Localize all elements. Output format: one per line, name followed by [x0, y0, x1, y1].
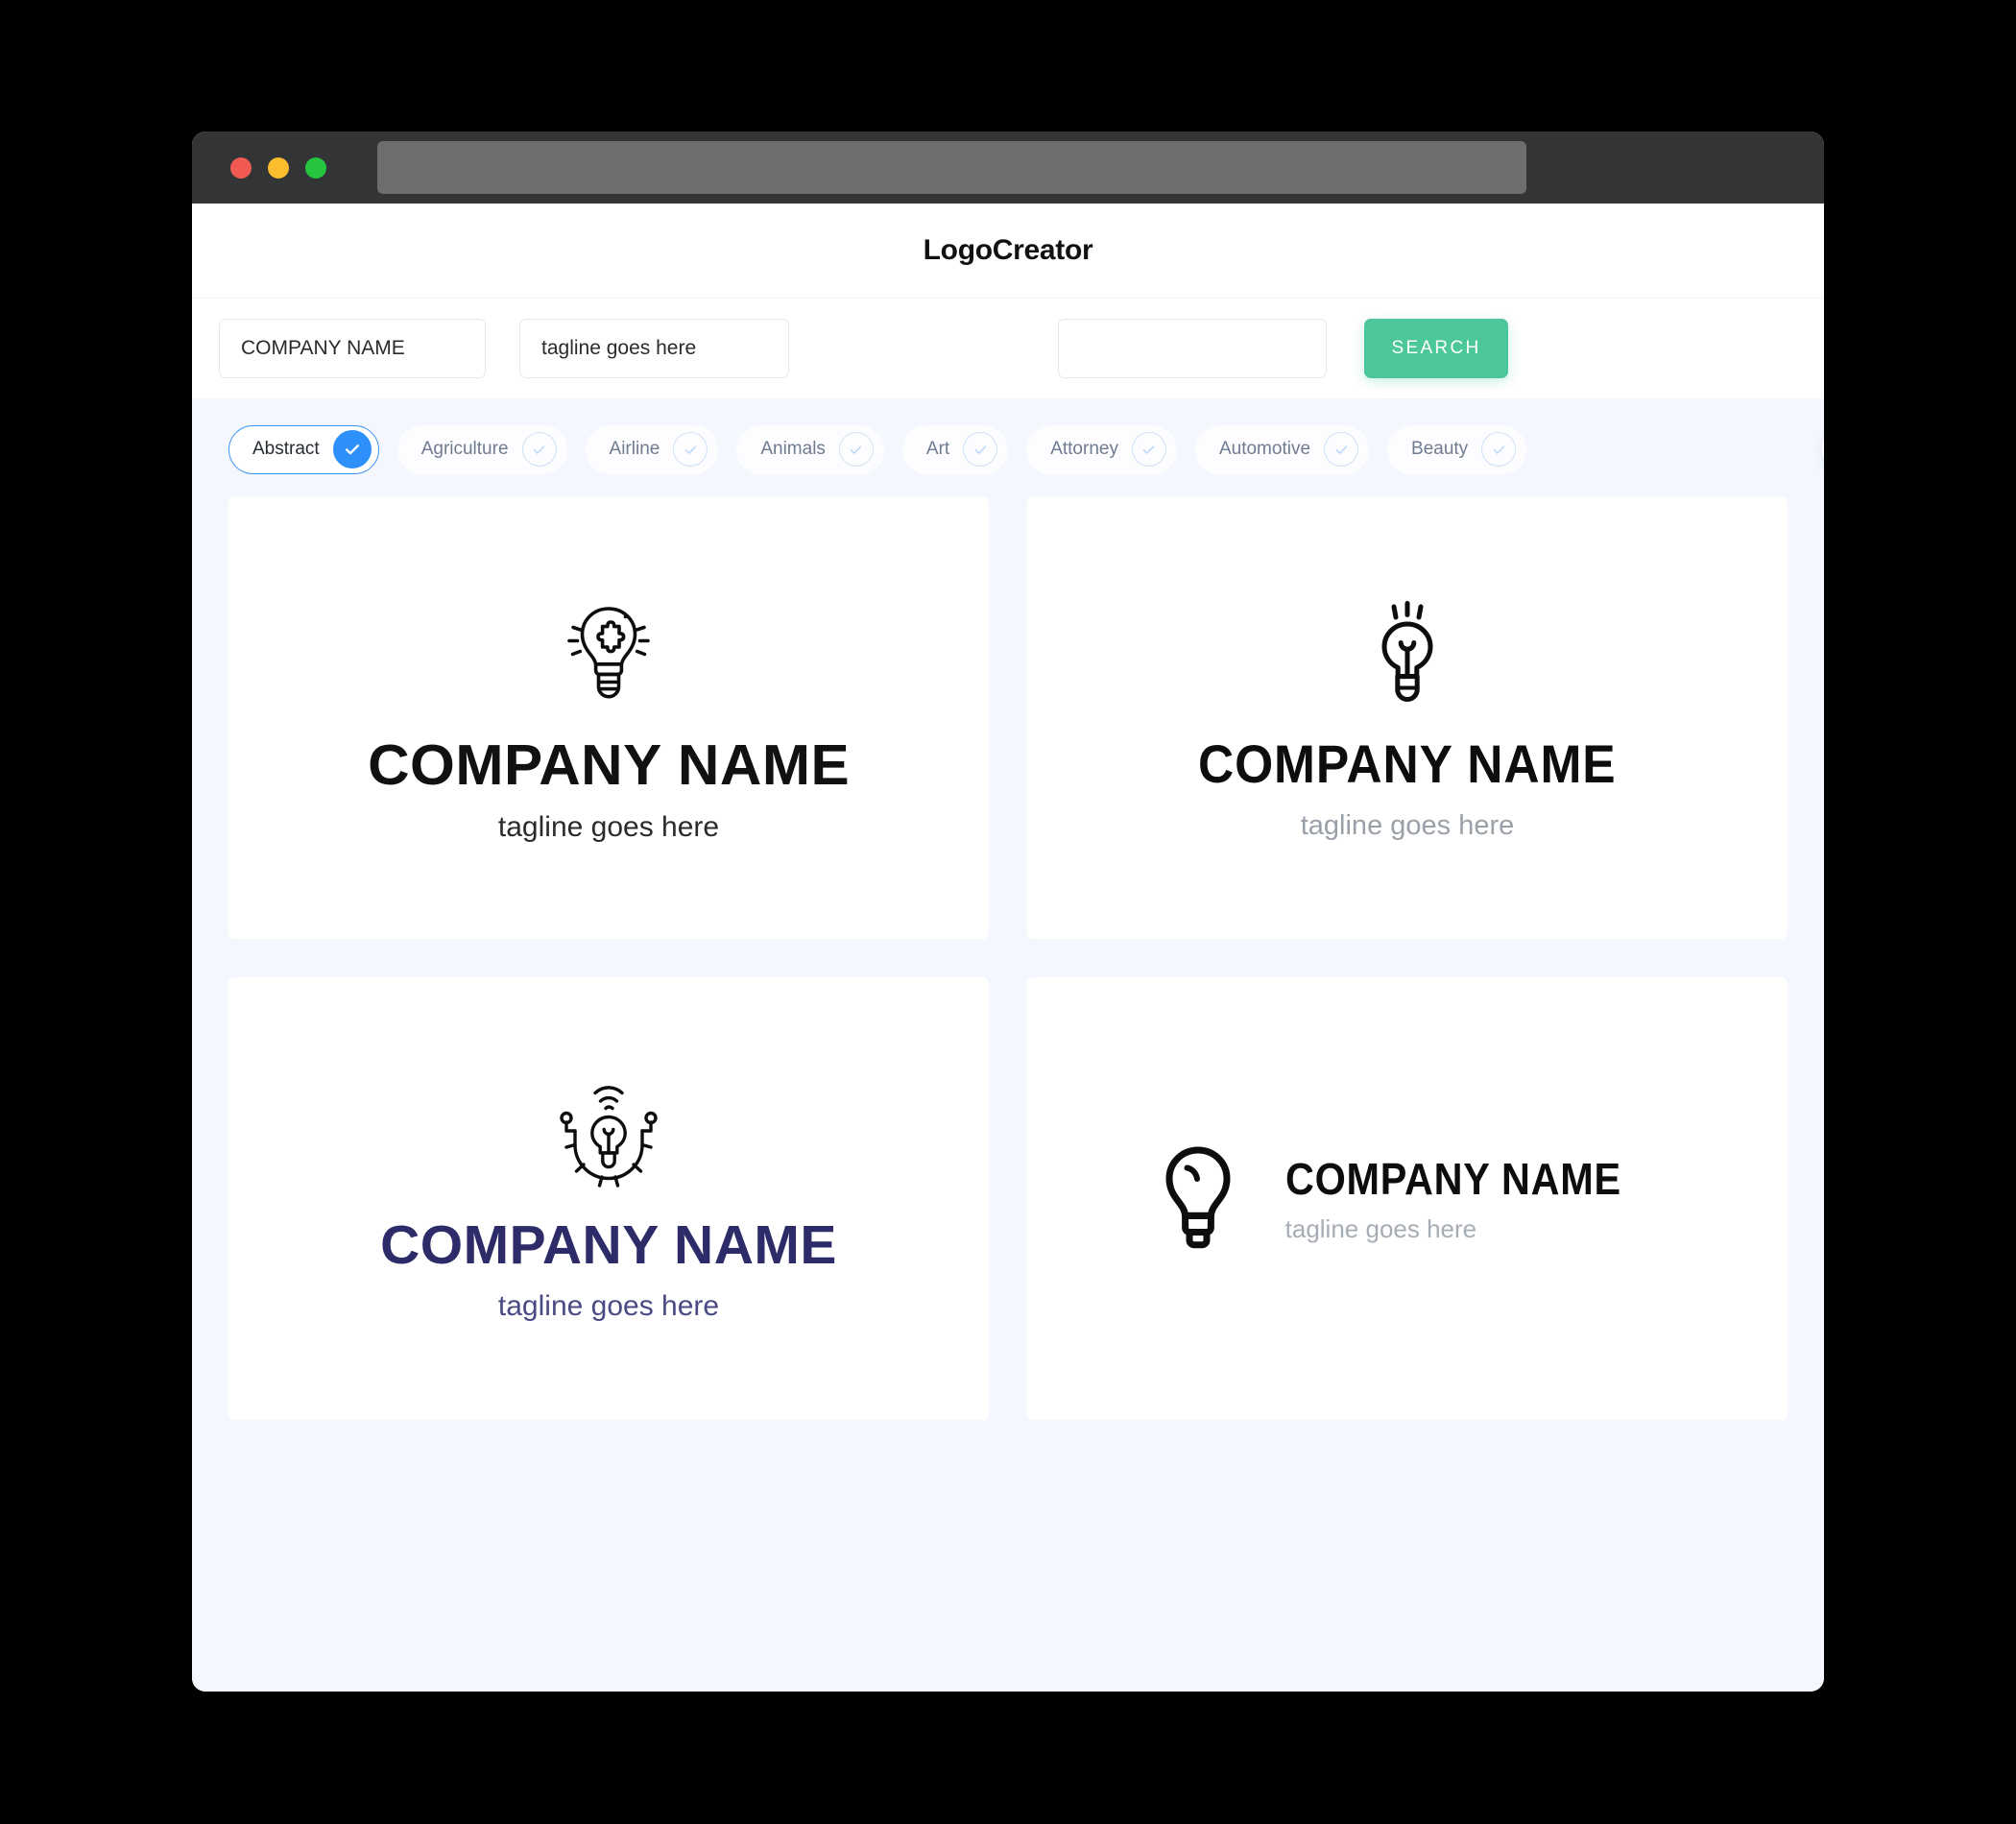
- logo-tagline: tagline goes here: [1284, 1213, 1477, 1243]
- keyword-input[interactable]: [1058, 319, 1327, 378]
- lightbulb-outline-icon: [1157, 1143, 1239, 1255]
- logo-tagline: tagline goes here: [497, 1290, 720, 1322]
- category-label: Airline: [609, 439, 660, 459]
- check-icon: [1131, 432, 1166, 467]
- category-label: Beauty: [1411, 439, 1469, 459]
- search-button[interactable]: SEARCH: [1364, 319, 1508, 378]
- category-chip-abstract[interactable]: Abstract: [228, 424, 379, 474]
- check-icon: [1481, 432, 1517, 467]
- category-chip-animals[interactable]: Animals: [736, 424, 884, 474]
- close-window-button[interactable]: [230, 156, 252, 179]
- logo-tagline: tagline goes here: [1300, 810, 1515, 841]
- traffic-light-buttons: [230, 156, 326, 179]
- logo-card[interactable]: COMPANY NAME tagline goes here: [228, 496, 989, 939]
- category-label: Automotive: [1218, 439, 1311, 459]
- address-bar[interactable]: [377, 141, 1526, 194]
- logo-company-name: COMPANY NAME: [367, 733, 851, 797]
- lightbulb-gear-wifi-icon: [380, 1076, 837, 1199]
- logo-card[interactable]: COMPANY NAME tagline goes here: [1027, 496, 1788, 939]
- page-title: LogoCreator: [923, 234, 1093, 266]
- logo-company-name: COMPANY NAME: [380, 1214, 837, 1276]
- category-chip-art[interactable]: Art: [901, 424, 1009, 474]
- tagline-input[interactable]: [519, 319, 789, 378]
- check-icon: [673, 432, 708, 467]
- category-filter-bar: Abstract Agriculture Airline Animals Art…: [192, 398, 1824, 496]
- next-categories-button[interactable]: [1822, 423, 1824, 475]
- browser-titlebar: [192, 132, 1824, 204]
- category-label: Abstract: [252, 439, 320, 459]
- browser-window: LogoCreator SEARCH Abstract Agriculture: [192, 132, 1824, 1692]
- category-label: Attorney: [1050, 439, 1118, 459]
- check-icon: [521, 432, 557, 467]
- check-icon: [838, 432, 874, 467]
- logo-company-name: COMPANY NAME: [1284, 1153, 1621, 1204]
- category-label: Agriculture: [420, 439, 509, 459]
- category-label: Animals: [760, 439, 826, 459]
- logo-card[interactable]: COMPANY NAME tagline goes here: [1027, 977, 1788, 1420]
- check-icon: [1324, 432, 1359, 467]
- maximize-window-button[interactable]: [305, 156, 326, 179]
- logo-tagline: tagline goes here: [497, 811, 720, 843]
- minimize-window-button[interactable]: [268, 156, 289, 179]
- logo-card[interactable]: COMPANY NAME tagline goes here: [228, 977, 989, 1420]
- category-chip-beauty[interactable]: Beauty: [1387, 424, 1527, 474]
- category-chip-automotive[interactable]: Automotive: [1194, 424, 1370, 474]
- logo-company-name: COMPANY NAME: [1198, 733, 1617, 794]
- search-toolbar: SEARCH: [192, 298, 1824, 398]
- check-icon: [963, 432, 998, 467]
- lightbulb-filament-icon: [1180, 595, 1635, 714]
- check-icon: [332, 430, 372, 468]
- app-header: LogoCreator: [192, 204, 1824, 298]
- content-area: Abstract Agriculture Airline Animals Art…: [192, 398, 1824, 1692]
- company-name-input[interactable]: [219, 319, 486, 378]
- category-chip-airline[interactable]: Airline: [585, 424, 719, 474]
- logo-results-grid: COMPANY NAME tagline goes here COMPANY N…: [192, 496, 1824, 1420]
- lightbulb-puzzle-icon: [372, 593, 845, 712]
- category-label: Art: [925, 439, 950, 459]
- category-chip-agriculture[interactable]: Agriculture: [396, 424, 567, 474]
- category-chip-attorney[interactable]: Attorney: [1026, 424, 1177, 474]
